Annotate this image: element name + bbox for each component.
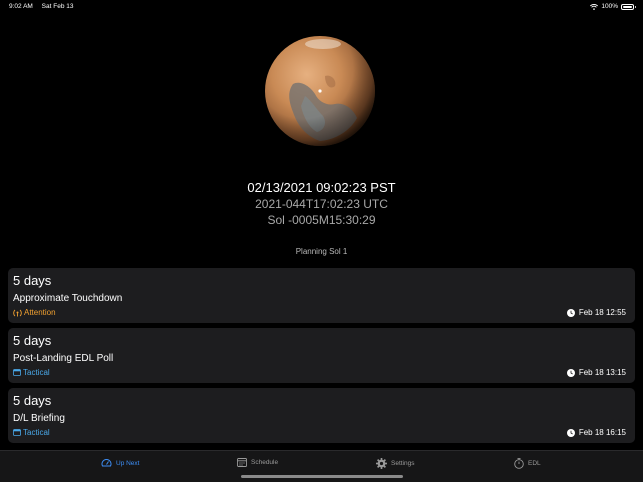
event-card-edl-poll[interactable]: 5 days Post-Landing EDL Poll Tactical Fe… xyxy=(8,328,635,383)
event-time: Feb 18 16:15 xyxy=(566,428,626,437)
gauge-icon xyxy=(101,459,112,467)
status-right: 100% xyxy=(590,3,636,10)
event-time-label: Feb 18 12:55 xyxy=(578,308,626,317)
clock-icon xyxy=(566,368,575,377)
tab-label: EDL xyxy=(528,460,541,467)
tab-label: Settings xyxy=(391,460,415,467)
home-indicator[interactable] xyxy=(241,475,403,478)
event-card-dl-briefing[interactable]: 5 days D/L Briefing Tactical Feb 18 16:1… xyxy=(8,388,635,443)
tab-up-next[interactable]: Up Next xyxy=(101,458,139,468)
clock-icon xyxy=(566,428,575,437)
event-time: Feb 18 13:15 xyxy=(566,368,626,377)
calendar-icon xyxy=(13,429,21,436)
event-days: 5 days xyxy=(13,273,52,288)
calendar-icon xyxy=(13,369,21,376)
event-tag-label: Attention xyxy=(24,308,56,317)
local-time: 02/13/2021 09:02:23 PST xyxy=(247,180,396,195)
app-screen: 9:02 AM Sat Feb 13 100% 02/13/2021 09:02… xyxy=(0,0,643,482)
mars-image xyxy=(265,36,375,146)
event-tag-label: Tactical xyxy=(23,428,50,437)
event-title: Post-Landing EDL Poll xyxy=(13,353,114,364)
status-bar: 9:02 AM Sat Feb 13 100% xyxy=(0,0,643,12)
planning-sol-label: Planning Sol 1 xyxy=(295,247,348,256)
event-card-touchdown[interactable]: 5 days Approximate Touchdown Attention F… xyxy=(8,268,635,323)
tab-label: Up Next xyxy=(116,459,140,467)
wifi-icon xyxy=(590,3,599,10)
event-tag-label: Tactical xyxy=(23,368,50,377)
battery-icon xyxy=(621,3,636,10)
event-time-label: Feb 18 16:15 xyxy=(578,428,626,437)
event-tag: Tactical xyxy=(13,428,50,437)
tab-edl[interactable]: EDL xyxy=(514,458,541,469)
utc-time: 2021-044T17:02:23 UTC xyxy=(255,197,388,211)
event-tag: Tactical xyxy=(13,368,50,377)
event-title: Approximate Touchdown xyxy=(13,293,123,304)
event-days: 5 days xyxy=(13,393,52,408)
status-time: 9:02 AM xyxy=(9,3,33,10)
antenna-icon xyxy=(13,309,22,316)
status-left: 9:02 AM Sat Feb 13 xyxy=(9,3,80,10)
event-time-label: Feb 18 13:15 xyxy=(578,368,626,377)
status-date: Sat Feb 13 xyxy=(41,3,74,10)
event-tag: Attention xyxy=(13,308,56,317)
tab-label: Schedule xyxy=(251,459,279,466)
event-time: Feb 18 12:55 xyxy=(566,308,626,317)
battery-fill xyxy=(623,5,632,8)
clock-icon xyxy=(566,308,575,317)
event-title: D/L Briefing xyxy=(13,413,65,424)
time-block: 02/13/2021 09:02:23 PST 2021-044T17:02:2… xyxy=(0,180,643,228)
stopwatch-icon xyxy=(514,458,524,469)
tab-settings[interactable]: Settings xyxy=(376,458,415,469)
battery-percent: 100% xyxy=(601,3,618,10)
event-days: 5 days xyxy=(13,333,52,348)
gear-icon xyxy=(376,458,387,469)
calendar-icon xyxy=(237,458,247,467)
tab-schedule[interactable]: Schedule xyxy=(237,458,278,467)
sol-time: Sol -0005M15:30:29 xyxy=(267,213,376,227)
